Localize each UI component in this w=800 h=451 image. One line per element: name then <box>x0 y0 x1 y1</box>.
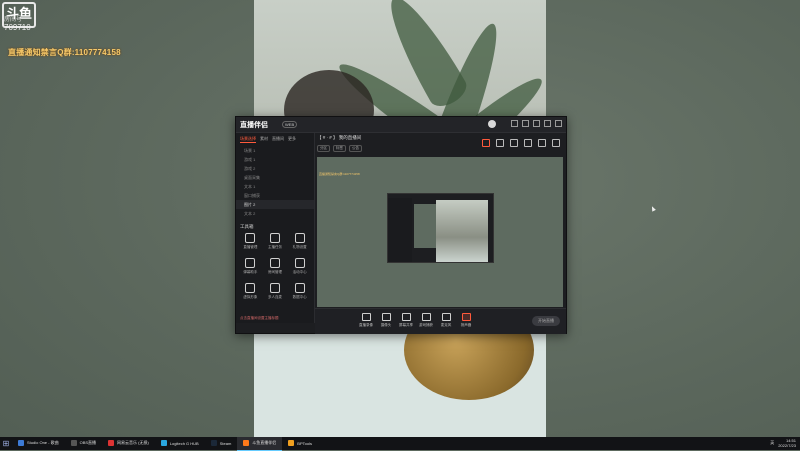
manage-icon <box>245 233 256 243</box>
taskbar-item-active[interactable]: 斗鱼直播伴侣 <box>237 436 283 451</box>
logo-subtitle: 房间号 <box>4 17 23 23</box>
microphone-button[interactable]: 麦克风 <box>439 313 453 328</box>
system-tray: 英 14:51 2022/7/23 <box>770 438 796 448</box>
gift-icon <box>294 233 305 243</box>
bottom-toolbar: 直播录像 摄像头 屏幕共享 游戏捕获 麦克风 扬声器 开始直播 <box>315 308 566 334</box>
taskbar-item[interactable]: 网易云音乐 (无损) <box>102 437 155 451</box>
tool-tasks[interactable]: 主播任务 <box>263 233 288 250</box>
notification-icon[interactable] <box>538 139 546 147</box>
tool-data[interactable]: 数据中心 <box>287 283 312 300</box>
tool-danmaku[interactable]: 弹幕助手 <box>238 258 263 275</box>
close-icon[interactable] <box>555 120 562 127</box>
taskbar-item[interactable]: OBS直播 <box>65 437 102 451</box>
taskbar-item[interactable]: Logitech G HUB <box>155 437 205 451</box>
microphone-icon <box>441 313 451 321</box>
toolbox-title: 工具箱 <box>240 224 254 229</box>
record-button[interactable]: 直播录像 <box>359 313 373 328</box>
scene-item[interactable]: 场景 1 <box>236 146 314 155</box>
toolbox-grid: 直播管理 主播任务 礼物设置 弹幕助手 房间管理 活动中心 虚拟形象 多人连麦 … <box>236 233 314 300</box>
tool-events[interactable]: 活动中心 <box>287 258 312 275</box>
user-avatar[interactable] <box>488 120 496 128</box>
brand-badge[interactable]: WEB <box>282 121 298 128</box>
nested-preview-window <box>387 193 494 263</box>
scene-item[interactable]: 桌面采集 <box>236 173 314 182</box>
maximize-icon[interactable] <box>544 120 551 127</box>
tool-room[interactable]: 房间管理 <box>263 258 288 275</box>
canvas-notice-text: 直播通知禁言Q群:1107774158 <box>319 172 360 176</box>
bell-icon[interactable] <box>496 139 504 147</box>
room-tag[interactable]: 标签 <box>333 145 346 152</box>
notice-banner: 直播通知禁言Q群:1107774158 <box>8 48 121 57</box>
app-titlebar: 直播伴侣 WEB <box>236 117 566 133</box>
camera-button[interactable]: 摄像头 <box>379 313 393 328</box>
mic-link-icon <box>269 283 280 293</box>
taskbar-item[interactable]: BPTools <box>282 437 318 451</box>
preview-canvas[interactable]: 直播通知禁言Q群:1107774158 <box>317 157 563 307</box>
chat-icon <box>245 258 256 268</box>
speaker-icon <box>461 313 471 321</box>
tab-scenes[interactable]: 场景选择 <box>240 136 256 143</box>
tool-multi-mic[interactable]: 多人连麦 <box>263 283 288 300</box>
gamepad-icon <box>421 313 431 321</box>
streaming-app-window[interactable]: 直播伴侣 WEB 场景选择 素材 直播间 更多 场景 1 游戏 1 游戏 2 桌… <box>235 116 567 334</box>
main-panel: 【 # · # 】 我的直播间 分区 标签 公告 直播通知禁言Q群:110777… <box>315 133 566 334</box>
tab-more[interactable]: 更多 <box>288 136 296 143</box>
room-icon <box>269 258 280 268</box>
avatar-icon <box>245 283 256 293</box>
scene-item[interactable]: 文本 2 <box>236 209 314 218</box>
minimize-icon[interactable] <box>533 120 540 127</box>
skin-icon[interactable] <box>522 120 529 127</box>
scene-sidebar: 场景选择 素材 直播间 更多 场景 1 游戏 1 游戏 2 桌面采集 文本 1 … <box>236 133 315 323</box>
screen-icon <box>401 313 411 321</box>
scene-item[interactable]: 文本 1 <box>236 182 314 191</box>
tab-room[interactable]: 直播间 <box>272 136 284 143</box>
chart-icon <box>294 283 305 293</box>
room-tag[interactable]: 公告 <box>349 145 362 152</box>
scene-item[interactable]: 窗口捕获 <box>236 191 314 200</box>
room-number: 709710 <box>4 23 31 32</box>
settings-icon[interactable] <box>511 120 518 127</box>
start-live-button[interactable]: 开始直播 <box>532 316 560 326</box>
tool-live-manage[interactable]: 直播管理 <box>238 233 263 250</box>
taskbar-clock[interactable]: 14:51 2022/7/23 <box>778 438 796 448</box>
scene-item-selected[interactable]: 图片 2 <box>236 200 314 209</box>
scene-item[interactable]: 游戏 1 <box>236 155 314 164</box>
record-icon[interactable] <box>482 139 490 147</box>
layout-icon[interactable] <box>510 139 518 147</box>
language-indicator[interactable]: 英 <box>770 440 774 446</box>
video-icon <box>361 313 371 321</box>
tab-assets[interactable]: 素材 <box>260 136 268 143</box>
share-icon[interactable] <box>552 139 560 147</box>
sidebar-tabs: 场景选择 素材 直播间 更多 <box>236 133 314 146</box>
camera-icon <box>381 313 391 321</box>
windows-taskbar: ⊞ Studio One - 歌曲 OBS直播 网易云音乐 (无损) Logit… <box>0 436 800 451</box>
room-tags: 分区 标签 公告 <box>317 145 362 152</box>
gift-box-icon[interactable] <box>524 139 532 147</box>
room-title[interactable]: 【 # · # 】 我的直播间 <box>317 135 361 141</box>
windows-start-icon[interactable]: ⊞ <box>0 437 12 450</box>
sidebar-footer-hint[interactable]: 点击直播间设置主播标题 <box>236 313 318 323</box>
speaker-button[interactable]: 扬声器 <box>459 313 473 328</box>
screen-share-button[interactable]: 屏幕共享 <box>399 313 413 328</box>
top-action-icons <box>482 139 560 147</box>
scene-item[interactable]: 游戏 2 <box>236 164 314 173</box>
app-brand: 直播伴侣 <box>240 122 268 129</box>
taskbar-item[interactable]: Steam <box>205 437 238 451</box>
room-tag[interactable]: 分区 <box>317 145 330 152</box>
tool-avatar[interactable]: 虚拟形象 <box>238 283 263 300</box>
game-capture-button[interactable]: 游戏捕获 <box>419 313 433 328</box>
event-icon <box>294 258 305 268</box>
taskbar-item[interactable]: Studio One - 歌曲 <box>12 437 65 451</box>
window-controls <box>511 120 562 127</box>
tool-gifts[interactable]: 礼物设置 <box>287 233 312 250</box>
task-icon <box>269 233 280 243</box>
